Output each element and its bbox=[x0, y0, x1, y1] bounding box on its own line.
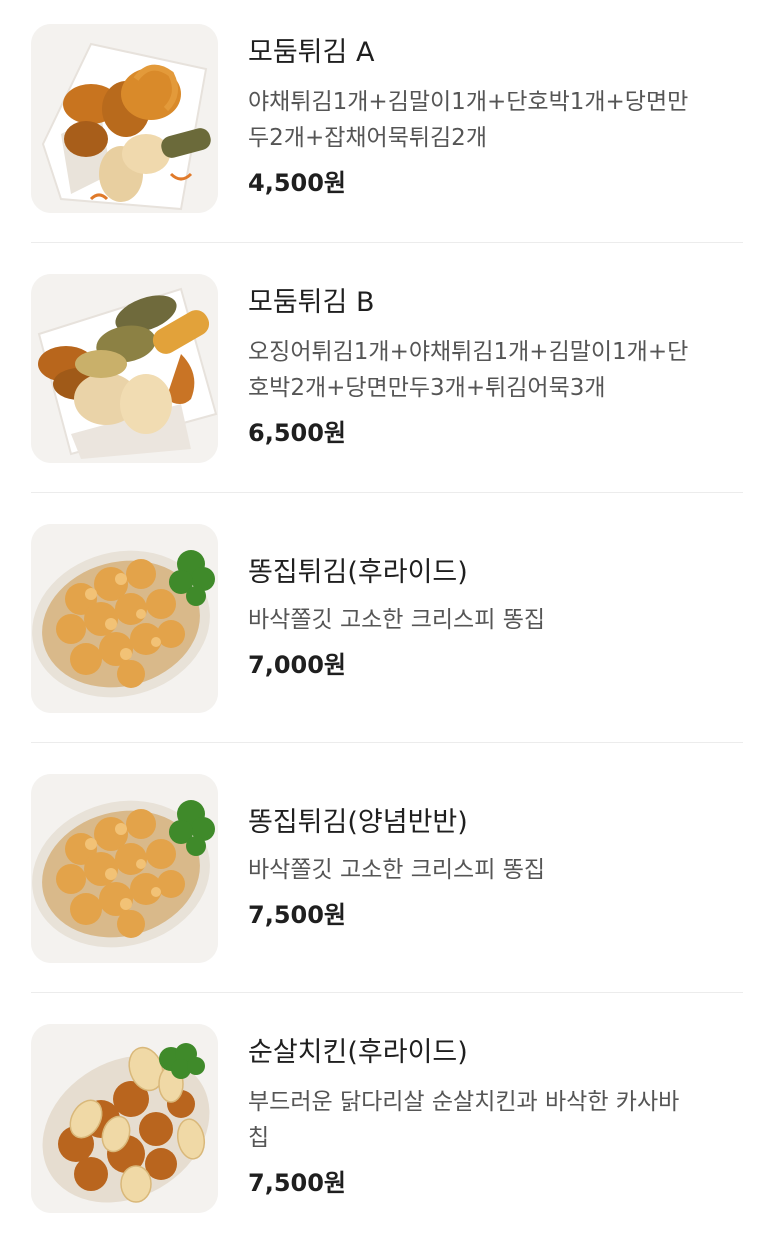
description-line: 칩 bbox=[248, 1125, 270, 1151]
description-line: 바삭쫄깃 고소한 크리스피 똥집 bbox=[248, 857, 546, 883]
menu-item-name: 똥집튀김(후라이드) bbox=[248, 557, 468, 588]
menu-item-photo bbox=[31, 524, 218, 713]
description-line: 야채튀김1개+김말이1개+단호박1개+당면만 bbox=[248, 89, 689, 115]
menu-item-price: 7,500원 bbox=[248, 1169, 346, 1197]
description-line: 부드러운 닭다리살 순살치킨과 바삭한 카사바 bbox=[248, 1089, 680, 1115]
menu-item-name: 똥집튀김(양념반반) bbox=[248, 807, 468, 838]
description-line: 오징어튀김1개+야채튀김1개+김말이1개+단 bbox=[248, 339, 689, 365]
menu-item-name: 순살치킨(후라이드) bbox=[248, 1037, 468, 1068]
menu-item-description: 바삭쫄깃 고소한 크리스피 똥집 bbox=[248, 852, 748, 888]
menu-item-gizzard-half-half[interactable]: 똥집튀김(양념반반) 바삭쫄깃 고소한 크리스피 똥집 7,500원 bbox=[0, 750, 773, 1000]
menu-item-description: 바삭쫄깃 고소한 크리스피 똥집 bbox=[248, 602, 748, 638]
menu-item-assorted-fries-a[interactable]: 모둠튀김 A 야채튀김1개+김말이1개+단호박1개+당면만 두2개+잡채어묵튀김… bbox=[0, 0, 773, 250]
menu-item-description: 부드러운 닭다리살 순살치킨과 바삭한 카사바 칩 bbox=[248, 1084, 748, 1156]
menu-item-price: 7,000원 bbox=[248, 651, 346, 679]
menu-item-name: 모둠튀김 B bbox=[248, 287, 375, 318]
divider bbox=[31, 492, 743, 493]
menu-item-name: 모둠튀김 A bbox=[248, 37, 375, 68]
divider bbox=[31, 742, 743, 743]
menu-item-price: 6,500원 bbox=[248, 419, 346, 447]
menu-item-price: 4,500원 bbox=[248, 169, 346, 197]
menu-item-photo bbox=[31, 774, 218, 963]
description-line: 바삭쫄깃 고소한 크리스피 똥집 bbox=[248, 607, 546, 633]
menu-item-photo bbox=[31, 24, 218, 213]
divider bbox=[31, 992, 743, 993]
description-line: 두2개+잡채어묵튀김2개 bbox=[248, 125, 487, 151]
menu-item-boneless-chicken[interactable]: 순살치킨(후라이드) 부드러운 닭다리살 순살치킨과 바삭한 카사바 칩 7,5… bbox=[0, 1000, 773, 1250]
menu-item-photo bbox=[31, 274, 218, 463]
divider bbox=[31, 242, 743, 243]
menu-item-price: 7,500원 bbox=[248, 901, 346, 929]
description-line: 호박2개+당면만두3개+튀김어묵3개 bbox=[248, 375, 606, 401]
menu-item-photo bbox=[31, 1024, 218, 1213]
menu-item-gizzard-fried[interactable]: 똥집튀김(후라이드) 바삭쫄깃 고소한 크리스피 똥집 7,000원 bbox=[0, 500, 773, 750]
menu-item-description: 야채튀김1개+김말이1개+단호박1개+당면만 두2개+잡채어묵튀김2개 bbox=[248, 84, 748, 156]
menu-item-assorted-fries-b[interactable]: 모둠튀김 B 오징어튀김1개+야채튀김1개+김말이1개+단 호박2개+당면만두3… bbox=[0, 250, 773, 500]
menu-item-description: 오징어튀김1개+야채튀김1개+김말이1개+단 호박2개+당면만두3개+튀김어묵3… bbox=[248, 334, 748, 406]
